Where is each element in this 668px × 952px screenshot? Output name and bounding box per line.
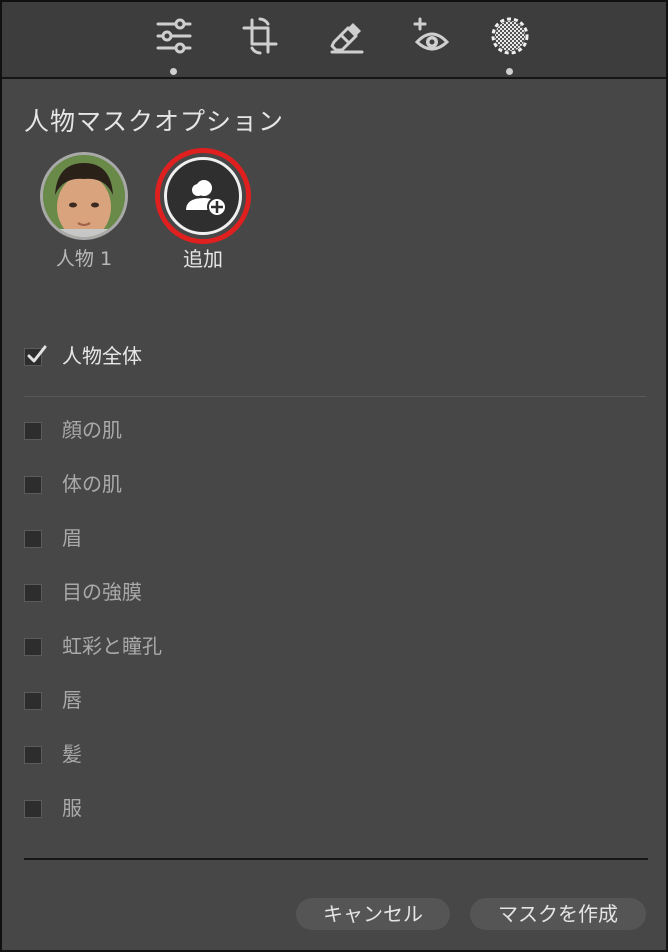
add-person-icon	[186, 180, 227, 217]
checkmark-icon	[27, 345, 47, 363]
person-1-avatar[interactable]	[40, 152, 128, 240]
body-skin-label: 体の肌	[62, 472, 122, 496]
edit-tool-button[interactable]	[152, 14, 196, 75]
eraser-icon	[330, 23, 364, 54]
lips-label: 唇	[62, 688, 82, 712]
person-face-avatar	[43, 155, 125, 237]
clothes-checkbox[interactable]	[24, 800, 42, 818]
hair-checkbox[interactable]	[24, 746, 42, 764]
add-person-button[interactable]	[155, 148, 251, 244]
eyebrows-checkbox[interactable]	[24, 530, 42, 548]
crop-tool-button[interactable]	[238, 14, 282, 64]
crop-rotate-icon	[242, 17, 278, 55]
option-lips[interactable]: 唇	[24, 686, 224, 716]
entire-person-label: 人物全体	[62, 344, 142, 368]
tool-strip	[2, 2, 666, 79]
lips-checkbox[interactable]	[24, 692, 42, 710]
mask-panel-window: 人物マスクオプション 人物 1 追加 人物全体 顔の肌 体の肌 眉 目の強膜 虹…	[0, 0, 668, 952]
option-entire-person[interactable]: 人物全体	[24, 342, 224, 372]
panel-title: 人物マスクオプション	[24, 107, 285, 136]
person-1-label: 人物 1	[55, 248, 113, 270]
face-skin-label: 顔の肌	[62, 418, 122, 442]
add-person-label: 追加	[183, 247, 223, 271]
option-face-skin[interactable]: 顔の肌	[24, 416, 224, 446]
mask-icon	[491, 17, 529, 55]
option-eyebrows[interactable]: 眉	[24, 524, 224, 554]
add-person-inner	[164, 157, 242, 235]
red-eye-tool-button[interactable]	[410, 14, 454, 64]
footer-divider	[24, 858, 648, 860]
body-skin-checkbox[interactable]	[24, 476, 42, 494]
option-iris-pupil[interactable]: 虹彩と瞳孔	[24, 632, 224, 662]
mask-tool-button[interactable]	[488, 14, 532, 75]
divider	[24, 396, 646, 397]
create-mask-button[interactable]: マスクを作成	[470, 898, 646, 930]
iris-pupil-checkbox[interactable]	[24, 638, 42, 656]
entire-person-checkbox[interactable]	[24, 345, 47, 366]
option-eye-sclera[interactable]: 目の強膜	[24, 578, 224, 608]
cancel-button[interactable]: キャンセル	[296, 898, 450, 930]
active-indicator-dot	[170, 68, 177, 75]
active-indicator-dot	[506, 68, 513, 75]
iris-pupil-label: 虹彩と瞳孔	[62, 634, 162, 658]
clothes-label: 服	[62, 796, 82, 820]
eye-sclera-checkbox[interactable]	[24, 584, 42, 602]
red-eye-icon	[413, 17, 450, 51]
healing-tool-button[interactable]	[324, 14, 368, 64]
eye-sclera-label: 目の強膜	[62, 580, 142, 604]
hair-label: 髪	[62, 742, 82, 766]
option-body-skin[interactable]: 体の肌	[24, 470, 224, 500]
sliders-icon	[156, 18, 192, 54]
face-skin-checkbox[interactable]	[24, 422, 42, 440]
option-clothes[interactable]: 服	[24, 794, 224, 824]
eyebrows-label: 眉	[62, 526, 82, 550]
option-hair[interactable]: 髪	[24, 740, 224, 770]
